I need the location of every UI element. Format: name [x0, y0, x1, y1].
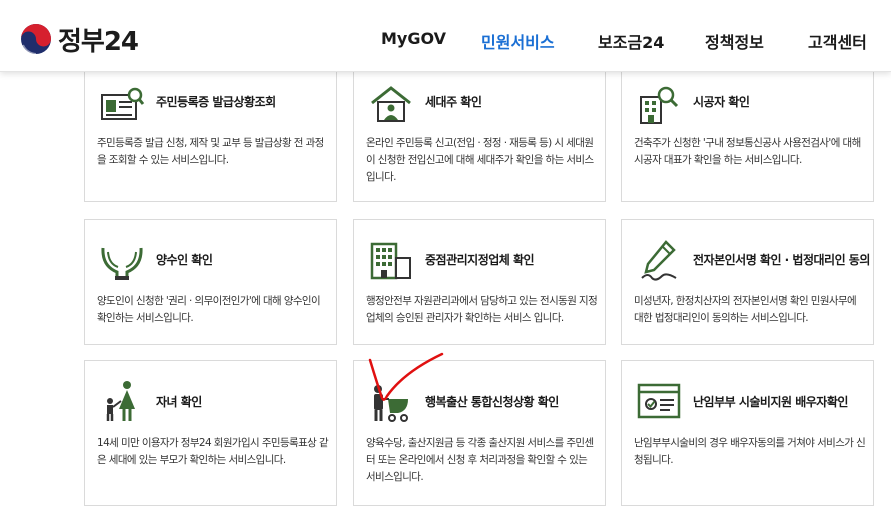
- card-title: 자녀 확인: [156, 395, 202, 409]
- nav-mygov[interactable]: MyGOV: [381, 29, 446, 48]
- card-title: 세대주 확인: [425, 95, 482, 109]
- checklist-window-icon: [637, 383, 681, 419]
- service-card-child-confirm[interactable]: 자녀 확인 14세 미만 이용자가 정부24 회원가입시 주민등록표상 같은 세…: [84, 360, 337, 506]
- nav-subsidy24[interactable]: 보조금24: [598, 29, 664, 53]
- card-description: 양육수당, 출산지원금 등 각종 출산지원 서비스를 주민센터 또는 온라인에서…: [366, 437, 594, 483]
- card-title: 양수인 확인: [156, 253, 213, 267]
- card-title: 전자본인서명 확인 · 법정대리인 동의: [693, 253, 870, 267]
- card-description: 미성년자, 한정치산자의 전자본인서명 확인 민원사무에 대한 법정대리인이 동…: [634, 295, 857, 324]
- office-building-icon: [370, 242, 411, 280]
- id-card-search-icon: [101, 87, 145, 120]
- building-search-icon: [640, 86, 679, 124]
- service-card-contractor[interactable]: 시공자 확인 건축주가 신청한 '구내 정보통신공사 사용전검사'에 대해 시공…: [621, 62, 874, 202]
- service-card-e-signature-consent[interactable]: 전자본인서명 확인 · 법정대리인 동의 미성년자, 한정치산자의 전자본인서명…: [621, 219, 874, 345]
- card-title: 시공자 확인: [693, 95, 750, 109]
- nav-customer-center[interactable]: 고객센터: [808, 29, 867, 53]
- red-checkmark-annotation: [368, 352, 444, 401]
- card-title: 주민등록증 발급상황조회: [156, 95, 276, 109]
- card-description: 건축주가 신청한 '구내 정보통신공사 사용전검사'에 대해 시공자 대표가 확…: [634, 137, 861, 166]
- service-card-householder[interactable]: 세대주 확인 온라인 주민등록 신고(전입 · 정정 · 재등록 등) 시 세대…: [353, 62, 606, 202]
- card-description: 양도인이 신청한 '권리 · 의무이전인가'에 대해 양수인이 확인하는 서비스…: [97, 295, 321, 324]
- card-description: 14세 미만 이용자가 정부24 회원가입시 주민등록표상 같은 세대에 있는 …: [97, 437, 329, 466]
- taegeuk-logo-icon: [21, 24, 51, 55]
- parent-child-icon: [106, 381, 135, 421]
- card-description: 온라인 주민등록 신고(전입 · 정정 · 재등록 등) 시 세대원이 신청한 …: [366, 137, 594, 183]
- hands-icon: [101, 247, 143, 280]
- card-description: 난임부부시술비의 경우 배우자동의를 거쳐야 서비스가 신청됩니다.: [634, 437, 866, 466]
- card-description: 주민등록증 발급 신청, 제작 및 교부 등 발급상황 전 과정을 조회할 수 …: [97, 137, 324, 166]
- service-card-infertility-spouse[interactable]: 난임부부 시술비지원 배우자확인 난임부부시술비의 경우 배우자동의를 거쳐야 …: [621, 360, 874, 506]
- pen-signature-icon: [641, 240, 677, 281]
- service-card-id-card-status[interactable]: 주민등록증 발급상황조회 주민등록증 발급 신청, 제작 및 교부 등 발급상황…: [84, 62, 337, 202]
- card-description: 행정안전부 자원관리과에서 담당하고 있는 전시동원 지정업체의 승인된 관리자…: [366, 295, 598, 324]
- site-header: 정부24 MyGOV 민원서비스 보조금24 정책정보 고객센터: [0, 0, 891, 72]
- gov24-logo[interactable]: 정부24: [20, 22, 139, 57]
- card-title: 중점관리지정업체 확인: [425, 253, 535, 267]
- service-card-designated-company[interactable]: 중점관리지정업체 확인 행정안전부 자원관리과에서 담당하고 있는 전시동원 지…: [353, 219, 606, 345]
- service-card-assignee[interactable]: 양수인 확인 양도인이 신청한 '권리 · 의무이전인가'에 대해 양수인이 확…: [84, 219, 337, 345]
- nav-policy-info[interactable]: 정책정보: [705, 29, 764, 53]
- logo-text: 정부24: [58, 26, 139, 57]
- card-title: 난임부부 시술비지원 배우자확인: [693, 395, 848, 409]
- nav-civil-service[interactable]: 민원서비스: [481, 29, 555, 53]
- house-person-icon: [371, 86, 411, 122]
